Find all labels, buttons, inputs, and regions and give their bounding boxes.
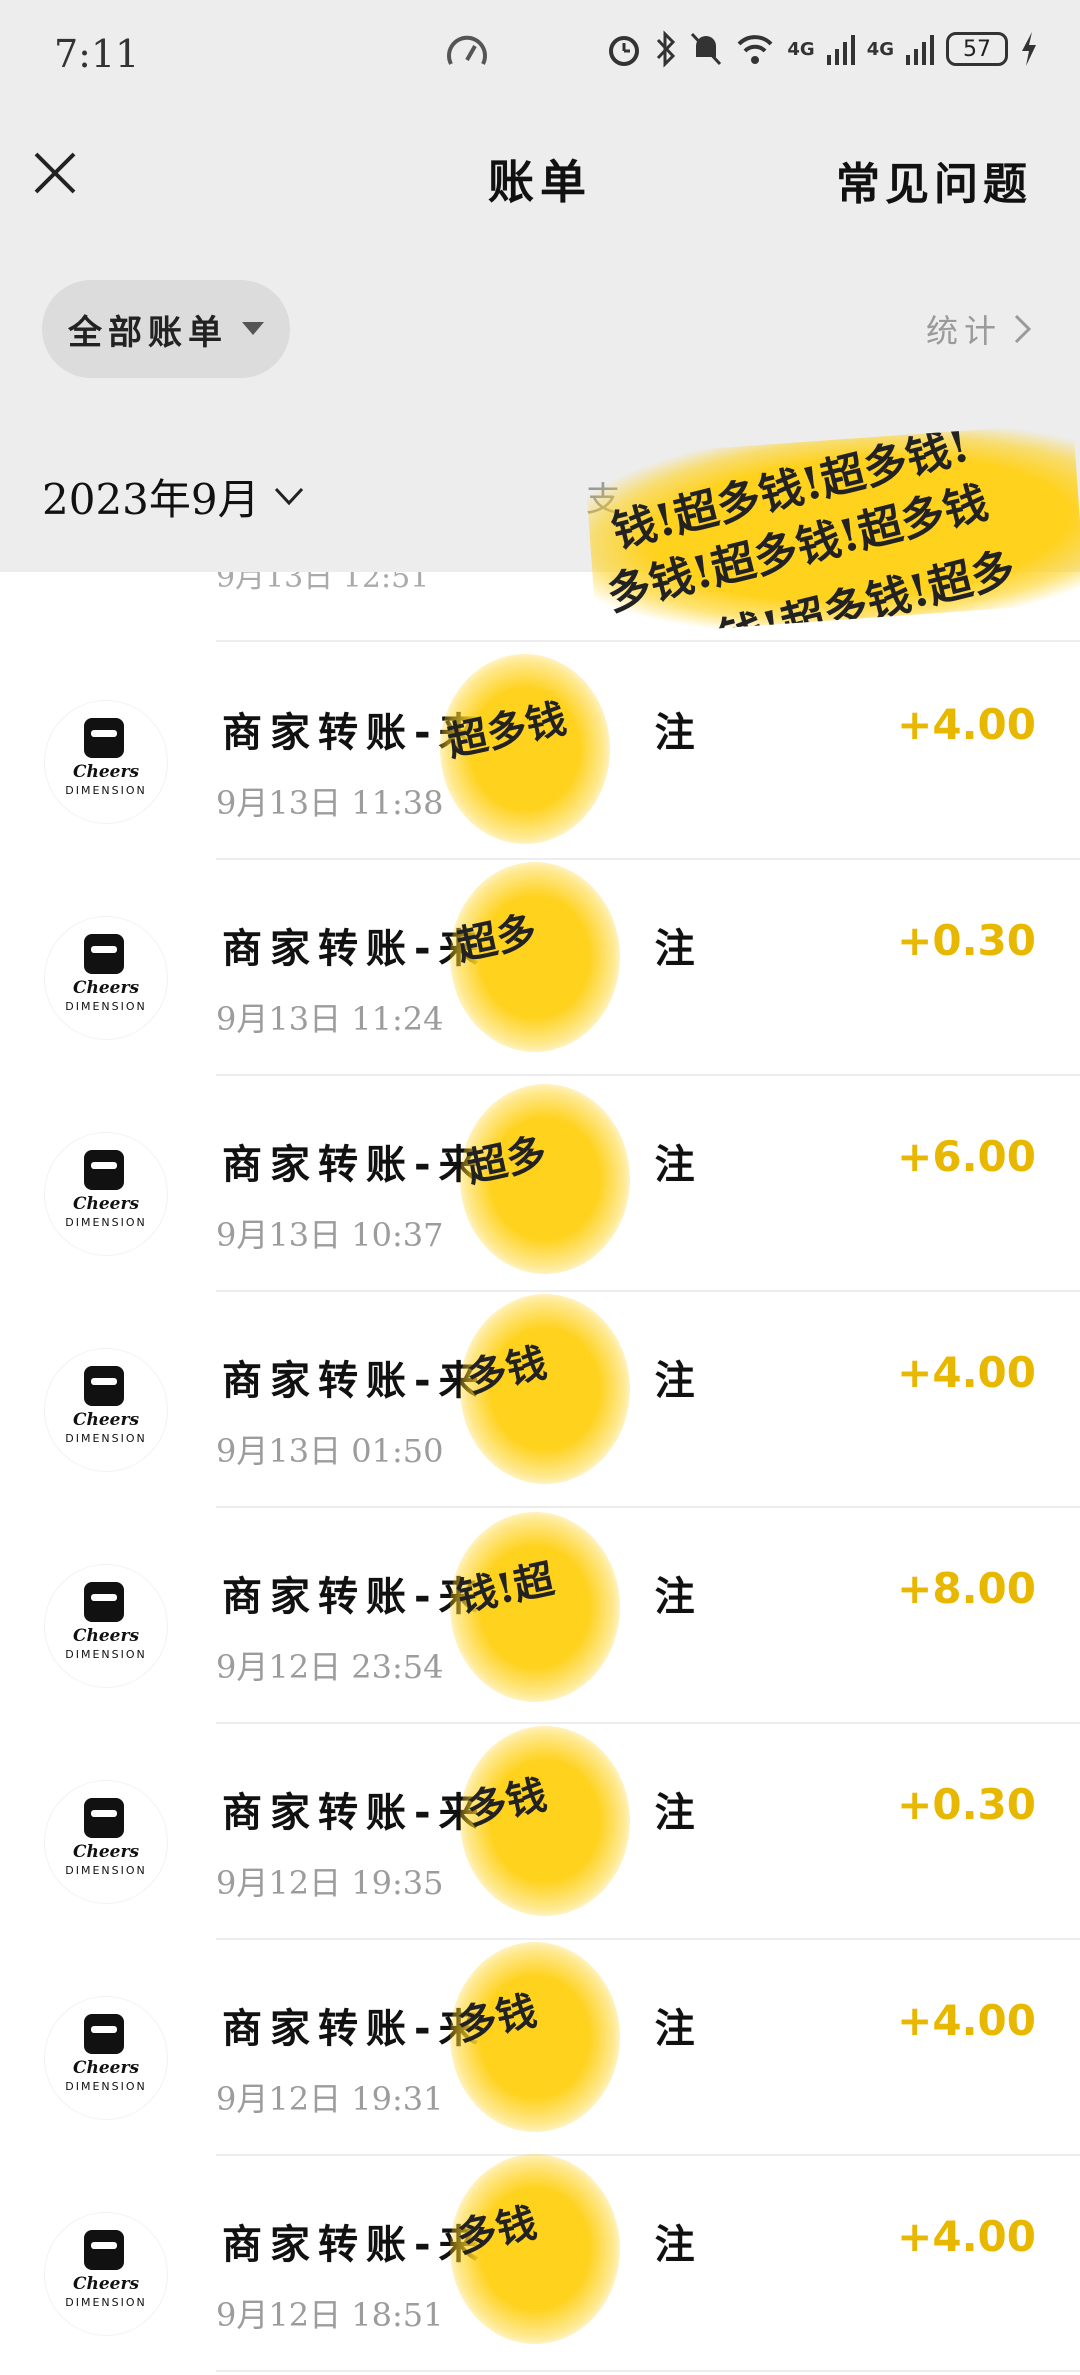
transaction-row[interactable]: Cheers DIMENSION 商家转账-来自注 9月12日 19:35 +0.…	[0, 1722, 1080, 1938]
filter-bar: 全部账单 统计	[0, 240, 1080, 421]
transaction-amount: +0.30	[897, 1780, 1036, 1829]
transaction-row[interactable]: Cheers DIMENSION 商家转账-来自注 9月12日 19:31 +4.…	[0, 1938, 1080, 2154]
transaction-date: 9月13日 11:38	[216, 784, 444, 822]
bill-type-dropdown[interactable]: 全部账单	[42, 280, 290, 378]
transaction-row[interactable]: Cheers DIMENSION 商家转账-来自注 9月13日 11:24 +0.…	[0, 858, 1080, 1074]
transaction-title: 商家转账-来自注	[222, 710, 695, 756]
pay-summary-label: 支	[586, 480, 620, 520]
transaction-row[interactable]: Cheers DIMENSION 商家转账-来自注 9月12日 18:51 +4.…	[0, 2154, 1080, 2370]
month-label: 2023年9月	[42, 475, 260, 524]
charging-icon	[1020, 32, 1038, 66]
stats-label: 统计	[925, 312, 1002, 350]
faq-button[interactable]: 常见问题	[836, 148, 1032, 212]
merchant-avatar: Cheers DIMENSION	[44, 1996, 168, 2120]
transaction-amount: +4.00	[897, 1996, 1036, 2045]
transaction-amount: +4.00	[897, 2212, 1036, 2261]
partial-row-time: 9月13日 12:51	[216, 572, 430, 595]
merchant-avatar: Cheers DIMENSION	[44, 700, 168, 824]
signal-icon	[906, 33, 934, 65]
transaction-title: 商家转账-来自注	[222, 1142, 695, 1188]
stats-link[interactable]: 统计	[926, 306, 1032, 352]
transaction-title: 商家转账-来自注	[222, 2222, 695, 2268]
merchant-avatar: Cheers DIMENSION	[44, 1780, 168, 1904]
battery-indicator: 57	[946, 32, 1008, 66]
chevron-down-icon	[274, 487, 303, 505]
transaction-date: 9月13日 10:37	[216, 1216, 444, 1254]
speedometer-icon	[445, 32, 489, 76]
merchant-avatar: Cheers DIMENSION	[44, 1348, 168, 1472]
signal-icon	[826, 33, 855, 65]
transaction-date: 9月12日 19:31	[216, 2080, 444, 2118]
row-divider	[216, 2370, 1080, 2372]
bill-type-label: 全部账单	[68, 312, 228, 353]
merchant-avatar: Cheers DIMENSION	[44, 916, 168, 1040]
transaction-date: 9月12日 18:51	[216, 2296, 444, 2334]
caret-down-icon	[242, 322, 264, 335]
merchant-avatar: Cheers DIMENSION	[44, 1564, 168, 1688]
transaction-title: 商家转账-来自注	[222, 1358, 695, 1404]
transaction-amount: +8.00	[897, 1564, 1036, 1613]
transaction-title: 商家转账-来自注	[222, 1574, 695, 1620]
transaction-amount: +0.30	[897, 916, 1036, 965]
transaction-date: 9月12日 19:35	[216, 1864, 444, 1902]
alarm-icon	[605, 30, 643, 68]
transaction-row[interactable]: Cheers DIMENSION 商家转账-来自注 9月13日 10:37 +6.…	[0, 1074, 1080, 1290]
transaction-row[interactable]: Cheers DIMENSION 商家转账-来自注 9月13日 11:38 +4.…	[0, 642, 1080, 858]
month-selector[interactable]: 2023年9月	[42, 466, 304, 527]
merchant-avatar: Cheers DIMENSION	[44, 2212, 168, 2336]
chevron-right-icon	[1014, 314, 1032, 344]
bluetooth-icon	[655, 30, 677, 68]
network-label-2: 4G	[866, 38, 894, 60]
transaction-amount: +4.00	[897, 700, 1036, 749]
transaction-date: 9月13日 11:24	[216, 1000, 444, 1038]
transaction-date: 9月12日 23:54	[216, 1648, 444, 1686]
mute-bell-icon	[689, 30, 723, 68]
transaction-amount: +4.00	[897, 1348, 1036, 1397]
status-time: 7:11	[54, 32, 140, 76]
transaction-row[interactable]: Cheers DIMENSION 商家转账-来自注 9月12日 23:54 +8.…	[0, 1506, 1080, 1722]
transaction-title: 商家转账-来自注	[222, 926, 695, 972]
transaction-title: 商家转账-来自注	[222, 1790, 695, 1836]
wifi-icon	[735, 32, 775, 66]
network-label-1: 4G	[787, 38, 815, 60]
merchant-avatar: Cheers DIMENSION	[44, 1132, 168, 1256]
status-bar: 7:11 4G 4G 57	[0, 0, 1080, 110]
transaction-date: 9月13日 01:50	[216, 1432, 444, 1470]
transaction-amount: +6.00	[897, 1132, 1036, 1181]
month-header: 2023年9月 支	[0, 420, 1080, 572]
top-nav: 账单 常见问题	[0, 110, 1080, 240]
transaction-title: 商家转账-来自注	[222, 2006, 695, 2052]
transaction-row[interactable]: Cheers DIMENSION 商家转账-来自注 9月13日 01:50 +4.…	[0, 1290, 1080, 1506]
